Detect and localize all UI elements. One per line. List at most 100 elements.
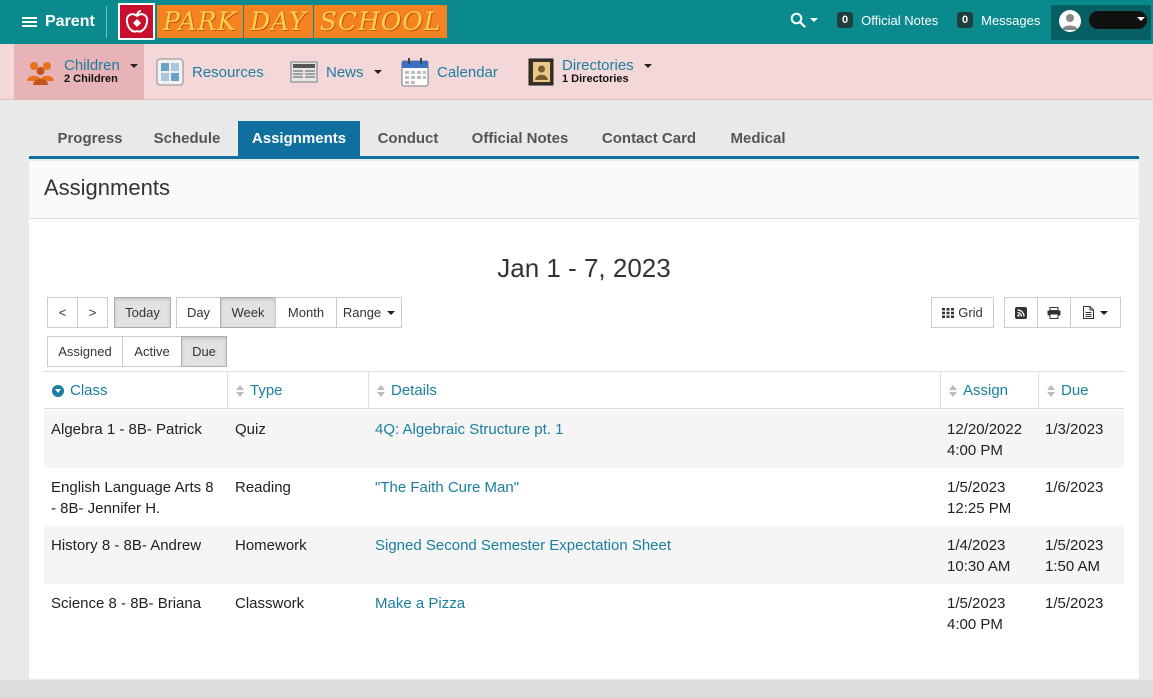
children-icon xyxy=(27,62,54,85)
assignments-panel: Assignments Jan 1 - 7, 2023 < > Today Da… xyxy=(29,161,1139,679)
class-cell: Science 8 - 8B- Briana xyxy=(51,595,202,612)
tab-medical[interactable]: Medical xyxy=(719,121,797,156)
previous-button[interactable]: < xyxy=(47,297,78,328)
export-dropdown[interactable] xyxy=(1070,297,1121,328)
directory-book-icon xyxy=(528,58,554,86)
school-logo[interactable]: PARK DAY SCHOOL xyxy=(118,3,448,40)
chevron-down-icon xyxy=(810,18,818,22)
type-cell: Classwork xyxy=(235,595,305,612)
class-cell: Algebra 1 - 8B- Patrick xyxy=(51,421,202,438)
footer-strip xyxy=(0,680,1153,698)
filter-due-button[interactable]: Due xyxy=(181,336,227,367)
user-menu[interactable] xyxy=(1051,5,1151,40)
table-row: Algebra 1 - 8B- Patrick Quiz 4Q: Algebra… xyxy=(44,410,1124,468)
role-label: Parent xyxy=(45,13,95,30)
nav-resources[interactable]: Resources xyxy=(156,44,264,100)
sort-descending-icon xyxy=(52,384,64,397)
next-button[interactable]: > xyxy=(77,297,108,328)
logo-word: SCHOOL xyxy=(313,5,448,38)
tab-official-notes[interactable]: Official Notes xyxy=(459,121,581,156)
panel-header: Assignments xyxy=(29,161,1139,219)
nav-children-count: 2 Children xyxy=(64,73,118,85)
filter-assigned-button[interactable]: Assigned xyxy=(47,336,123,367)
week-view-button[interactable]: Week xyxy=(220,297,276,328)
chevron-down-icon xyxy=(1100,310,1108,315)
messages-label: Messages xyxy=(981,12,1041,28)
search-icon xyxy=(790,12,806,28)
assign-date-cell: 1/4/2023 10:30 AM xyxy=(947,537,1011,575)
search-button[interactable] xyxy=(790,12,818,28)
range-dropdown[interactable]: Range xyxy=(336,297,402,328)
assignment-link[interactable]: Make a Pizza xyxy=(375,593,465,614)
document-icon xyxy=(1083,306,1094,319)
sort-icon xyxy=(236,384,244,397)
column-header-type[interactable]: Type xyxy=(227,372,368,409)
nav-directories-label: Directories xyxy=(562,57,634,74)
student-tabs: Progress Schedule Assignments Conduct Of… xyxy=(29,121,1139,159)
type-cell: Quiz xyxy=(235,421,266,438)
divider xyxy=(106,6,107,38)
official-notes-count: 0 xyxy=(837,12,854,28)
column-label: Class xyxy=(70,382,108,399)
nav-news-label: News xyxy=(326,63,364,81)
messages-link[interactable]: 0 Messages xyxy=(957,12,1040,28)
column-label: Details xyxy=(391,382,437,399)
sort-icon xyxy=(377,384,385,397)
nav-news[interactable]: News xyxy=(290,44,382,100)
column-label: Type xyxy=(250,382,283,399)
tab-contact-card[interactable]: Contact Card xyxy=(591,121,707,156)
logo-word: PARK xyxy=(157,5,244,38)
assign-date-cell: 12/20/2022 4:00 PM xyxy=(947,421,1023,459)
month-view-button[interactable]: Month xyxy=(275,297,337,328)
due-date-cell: 1/5/2023 xyxy=(1045,595,1104,612)
main-menu-button[interactable]: Parent xyxy=(22,11,102,33)
nav-calendar[interactable]: Calendar xyxy=(401,44,498,100)
column-header-due[interactable]: Due xyxy=(1038,372,1124,409)
table-row: Science 8 - 8B- Briana Classwork Make a … xyxy=(44,584,1124,642)
assign-date-cell: 1/5/2023 12:25 PM xyxy=(947,479,1012,517)
rss-feed-button[interactable] xyxy=(1004,297,1038,328)
grid-label: Grid xyxy=(958,305,983,320)
hamburger-icon xyxy=(22,16,37,28)
column-header-class[interactable]: Class xyxy=(44,372,227,409)
tab-conduct[interactable]: Conduct xyxy=(365,121,451,156)
grid-icon xyxy=(942,307,955,318)
type-cell: Homework xyxy=(235,537,307,554)
nav-children-label: Children xyxy=(64,57,120,74)
due-date-cell: 1/6/2023 xyxy=(1045,479,1104,496)
module-nav: Children 2 Children Resources News Calen… xyxy=(0,44,1153,100)
filter-active-button[interactable]: Active xyxy=(122,336,182,367)
day-view-button[interactable]: Day xyxy=(176,297,221,328)
assignment-link[interactable]: "The Faith Cure Man" xyxy=(375,477,519,498)
column-header-details[interactable]: Details xyxy=(368,372,940,409)
newspaper-icon xyxy=(290,61,318,83)
messages-count: 0 xyxy=(957,12,974,28)
official-notes-link[interactable]: 0 Official Notes xyxy=(837,12,938,28)
range-label: Range xyxy=(342,305,382,320)
assign-date-cell: 1/5/2023 4:00 PM xyxy=(947,595,1006,633)
tab-progress[interactable]: Progress xyxy=(43,121,137,156)
assignment-link[interactable]: Signed Second Semester Expectation Sheet xyxy=(375,535,671,556)
tab-schedule[interactable]: Schedule xyxy=(141,121,233,156)
tab-assignments[interactable]: Assignments xyxy=(238,121,360,156)
column-header-assign[interactable]: Assign xyxy=(940,372,1038,409)
apple-seal-icon xyxy=(118,3,155,40)
print-button[interactable] xyxy=(1037,297,1071,328)
assignments-table-header: Class Type Details Assign Due xyxy=(44,371,1124,409)
logo-wordmark: PARK DAY SCHOOL xyxy=(157,5,448,38)
nav-children[interactable]: Children 2 Children xyxy=(14,44,144,100)
official-notes-label: Official Notes xyxy=(861,12,939,28)
today-button[interactable]: Today xyxy=(114,297,171,328)
nav-directories[interactable]: Directories 1 Directories xyxy=(528,44,652,100)
grid-view-button[interactable]: Grid xyxy=(931,297,994,328)
page-title: Assignments xyxy=(44,175,170,200)
resources-icon xyxy=(156,58,184,86)
table-row: English Language Arts 8- 8B- Jennifer H.… xyxy=(44,468,1124,526)
type-cell: Reading xyxy=(235,479,291,496)
class-cell: English Language Arts 8- 8B- Jennifer H. xyxy=(51,479,214,517)
assignment-link[interactable]: 4Q: Algebraic Structure pt. 1 xyxy=(375,419,563,440)
nav-directories-count: 1 Directories xyxy=(562,73,629,85)
sort-icon xyxy=(1047,384,1055,397)
top-bar: Parent PARK DAY SCHOOL 0 Official Notes … xyxy=(0,0,1153,44)
chevron-down-icon xyxy=(387,310,396,315)
